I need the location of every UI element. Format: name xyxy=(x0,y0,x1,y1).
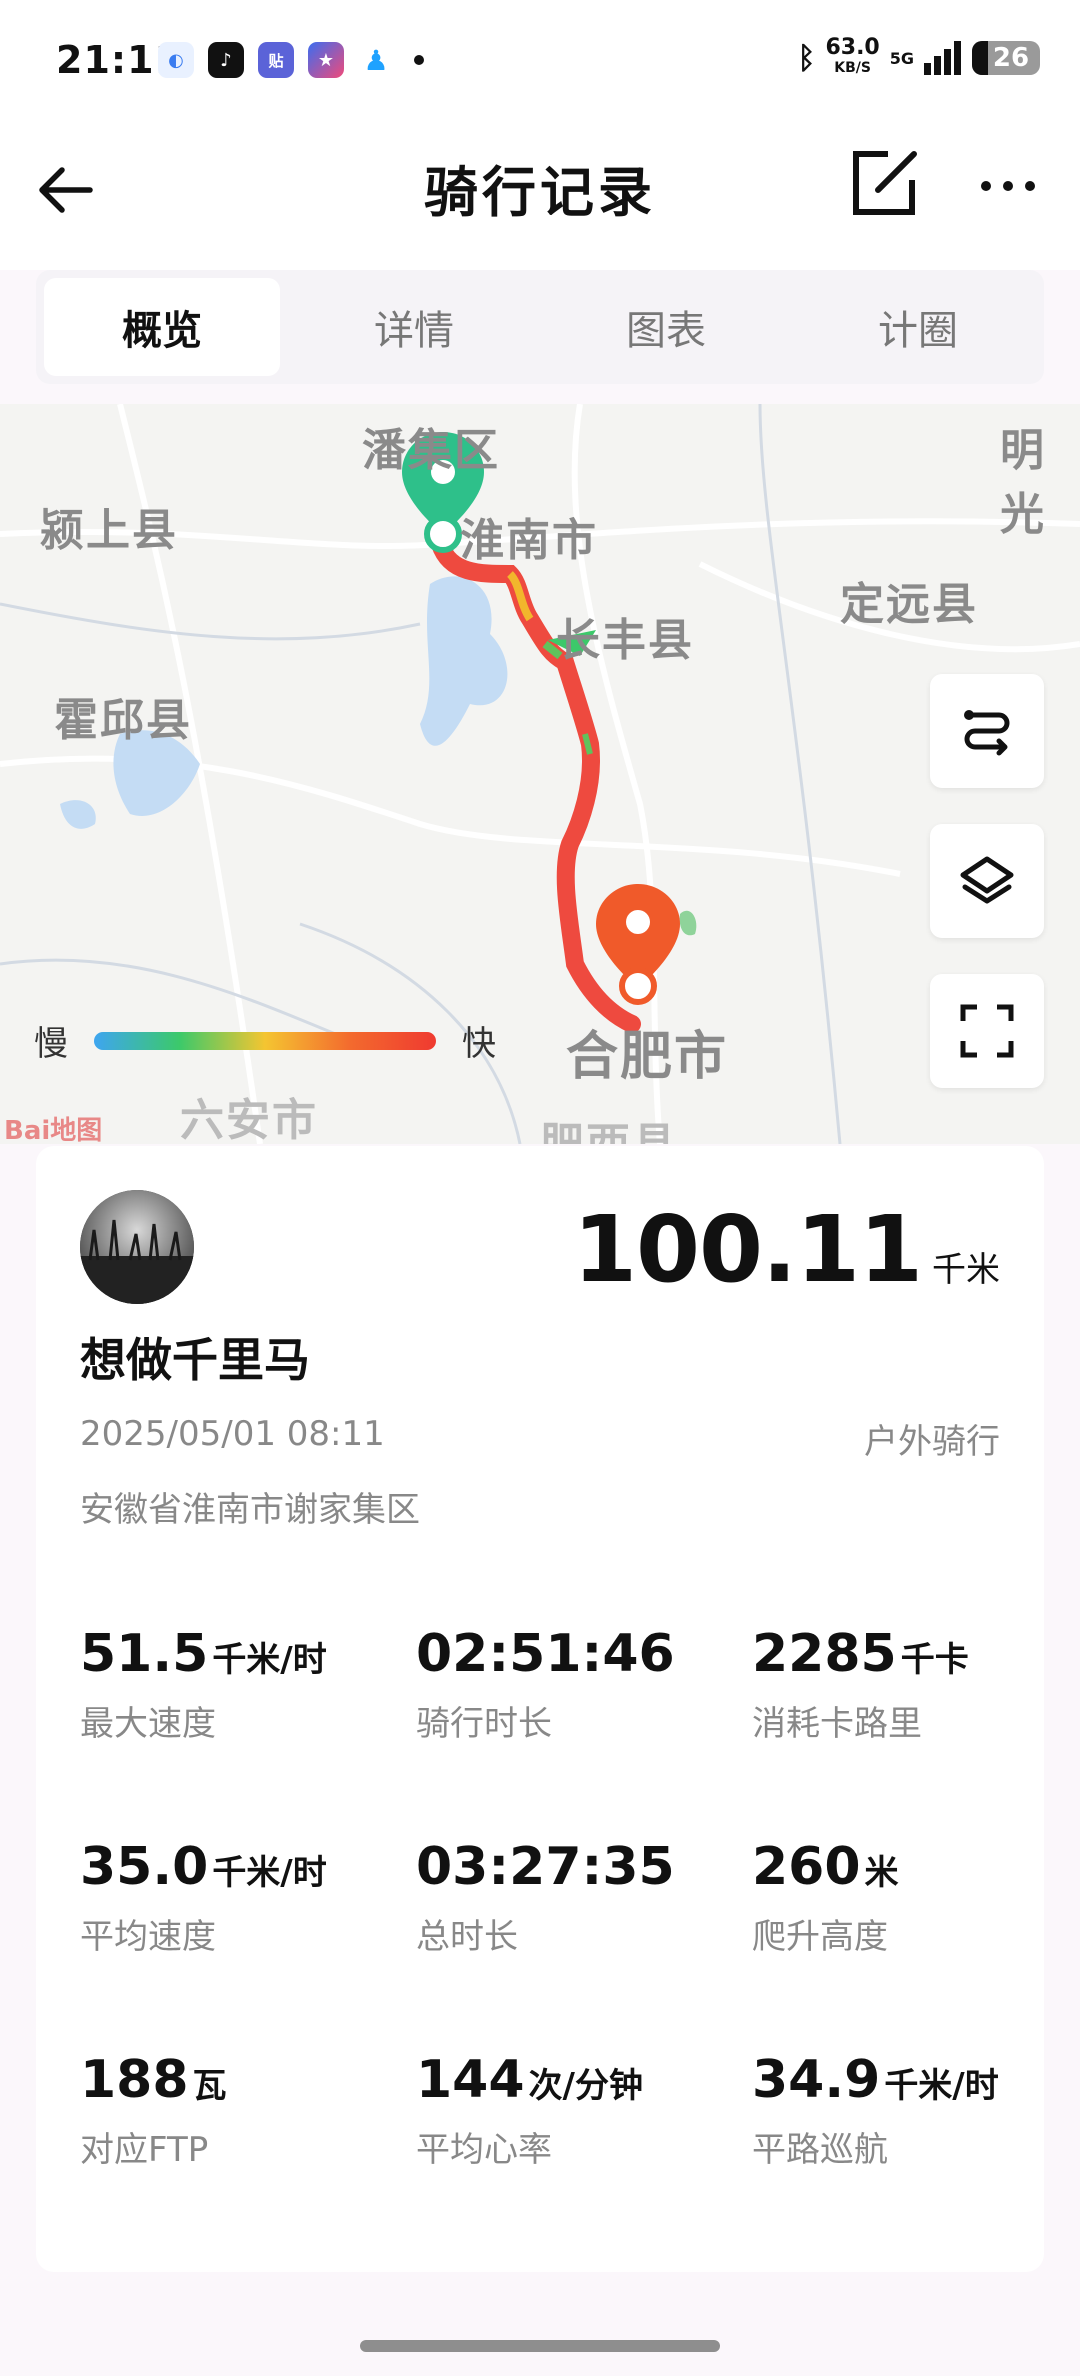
bluetooth-icon: ᛒ xyxy=(797,40,816,76)
notification-icons: ◐ ♪ 贴 ★ ♟ xyxy=(158,42,424,78)
map-label-feixi: 肥西县 xyxy=(540,1108,678,1144)
more-notifications-dot xyxy=(414,55,424,65)
fullscreen-button[interactable] xyxy=(930,974,1044,1088)
browser-app-icon: ◐ xyxy=(158,42,194,78)
ride-location: 安徽省淮南市谢家集区 xyxy=(80,1490,420,1530)
tab-bar: 概览 详情 图表 计圈 xyxy=(36,270,1044,384)
map-label-mingguang: 明光 xyxy=(1000,425,1046,540)
tab-laps[interactable]: 计圈 xyxy=(800,278,1036,376)
star-app-icon: ★ xyxy=(308,42,344,78)
map-provider-logo: Bai地图 xyxy=(4,1116,103,1144)
legend-slow-label: 慢 xyxy=(34,1024,68,1064)
map-label-huoqiu: 霍邱县 xyxy=(54,695,192,746)
avatar-image xyxy=(80,1190,194,1304)
distance-value: 100.11 xyxy=(572,1196,923,1303)
tiktok-app-icon: ♪ xyxy=(208,42,244,78)
stat-elevation-gain: 260 米 爬升高度 xyxy=(752,1837,899,1957)
username: 想做千里马 xyxy=(80,1333,310,1387)
stats-grid: 51.5 千米/时 最大速度 02:51:46 骑行时长 2285 千卡 消耗卡路里… xyxy=(80,1624,1000,2171)
layers-icon xyxy=(960,856,1014,904)
ride-datetime: 2025/05/01 08:11 xyxy=(80,1414,385,1454)
speed-legend: 慢 快 xyxy=(34,1016,496,1065)
map-label-changfeng: 长丰县 xyxy=(556,615,694,666)
distance-unit: 千米 xyxy=(932,1250,1000,1290)
activity-type: 户外骑行 xyxy=(864,1422,1000,1462)
network-type: 5G xyxy=(889,48,914,68)
map-label-panji: 潘集区 xyxy=(362,425,500,476)
stat-ftp: 188 瓦 对应FTP xyxy=(80,2050,227,2170)
map-label-hefei: 合肥市 xyxy=(566,1027,729,1087)
map-layers-button[interactable] xyxy=(930,824,1044,938)
stat-calories: 2285 千卡 消耗卡路里 xyxy=(752,1624,969,1744)
stat-max-speed: 51.5 千米/时 最大速度 xyxy=(80,1624,327,1744)
network-speed: 63.0 KB/S xyxy=(825,35,880,77)
fullscreen-icon xyxy=(960,1004,1014,1058)
legend-fast-label: 快 xyxy=(462,1024,496,1064)
qq-app-icon: ♟ xyxy=(358,42,394,78)
tab-overview[interactable]: 概览 xyxy=(44,278,280,376)
home-indicator[interactable] xyxy=(360,2340,720,2352)
route-icon xyxy=(964,710,1010,756)
stat-flat-cruise: 34.9 千米/时 平路巡航 xyxy=(752,2050,999,2170)
avatar[interactable] xyxy=(80,1190,194,1304)
edit-icon[interactable] xyxy=(848,148,920,220)
tab-charts[interactable]: 图表 xyxy=(548,278,784,376)
distance-display: 100.11 千米 xyxy=(573,1196,1000,1303)
ride-summary-card: 100.11 千米 想做千里马 2025/05/01 08:11 户外骑行 安徽… xyxy=(36,1146,1044,2272)
tieba-app-icon: 贴 xyxy=(258,42,294,78)
stat-avg-heart-rate: 144 次/分钟 平均心率 xyxy=(416,2050,643,2170)
tab-details[interactable]: 详情 xyxy=(296,278,532,376)
route-map[interactable]: 潘集区 淮南市 颍上县 定远县 长丰县 霍邱县 合肥市 六安市 肥西县 明光 慢… xyxy=(0,404,1080,1144)
more-options-icon[interactable] xyxy=(976,160,1040,208)
map-label-luan: 六安市 xyxy=(180,1095,318,1144)
stat-avg-speed: 35.0 千米/时 平均速度 xyxy=(80,1837,327,1957)
speed-gradient-bar xyxy=(94,1031,436,1050)
app-header: 骑行记录 xyxy=(0,120,1080,270)
end-marker xyxy=(596,884,680,1005)
stat-total-time: 03:27:35 总时长 xyxy=(416,1837,675,1957)
status-right: ᛒ 63.0 KB/S 5G 26 xyxy=(797,35,1040,78)
battery-icon: 26 xyxy=(972,41,1040,75)
signal-icon xyxy=(924,41,961,75)
map-label-dingyuan: 定远县 xyxy=(840,579,978,630)
route-toggle-button[interactable] xyxy=(930,674,1044,788)
map-label-yingshang: 颍上县 xyxy=(40,505,178,556)
map-label-huainan: 淮南市 xyxy=(460,515,598,566)
stat-riding-time: 02:51:46 骑行时长 xyxy=(416,1624,675,1744)
status-bar: 21:11 ◐ ♪ 贴 ★ ♟ ᛒ 63.0 KB/S 5G 26 xyxy=(0,0,1080,120)
